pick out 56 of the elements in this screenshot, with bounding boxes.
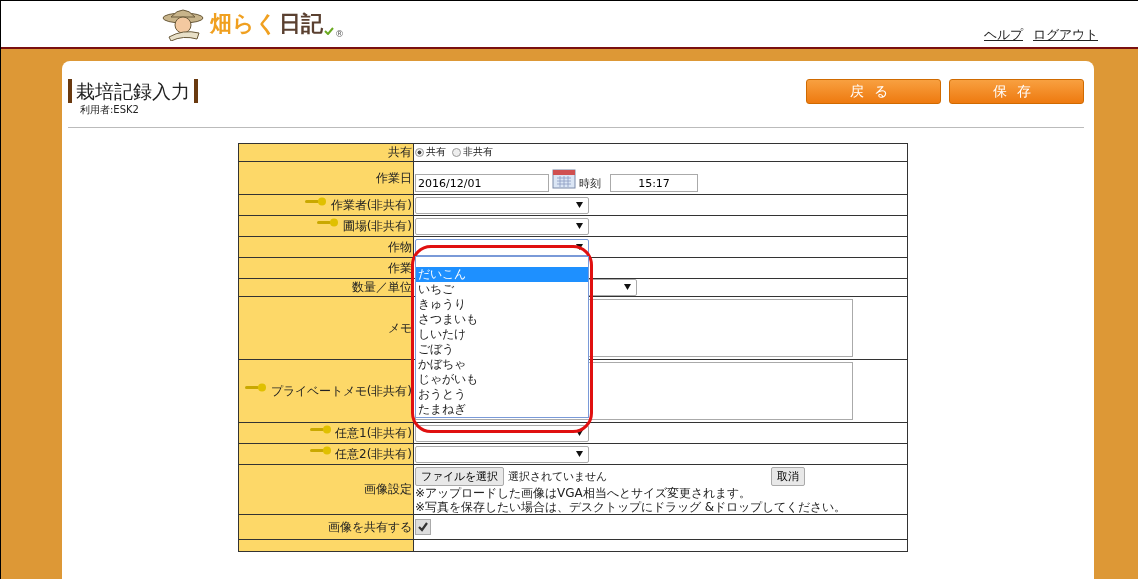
key-icon: [309, 424, 332, 434]
dropdown-arrow-icon: [576, 222, 583, 229]
select-field[interactable]: [415, 196, 589, 214]
dropdown-option[interactable]: たまねぎ: [416, 402, 588, 417]
field-label: プライベートメモ(非共有): [270, 383, 412, 398]
key-icon: [317, 217, 340, 227]
dropdown-arrow-icon: [576, 429, 583, 436]
dropdown-option[interactable]: きゅうり: [416, 297, 588, 312]
dropdown-arrow-icon: [576, 201, 583, 208]
field-label: 数量／単位: [352, 280, 412, 294]
dropdown-option[interactable]: おうとう: [416, 387, 588, 402]
registered-mark: ®: [335, 29, 344, 39]
dropdown-arrow-icon: [624, 284, 631, 290]
file-status: 選択されていません: [508, 469, 607, 484]
dropdown-arrow-icon: [576, 450, 583, 457]
date-field[interactable]: 2016/12/01: [415, 174, 549, 192]
header-link[interactable]: ヘルプ: [984, 26, 1023, 44]
choose-file-button[interactable]: ファイルを選択: [415, 467, 504, 486]
time-field[interactable]: 15:17: [610, 174, 698, 192]
time-label: 時刻: [579, 175, 601, 191]
radio-button[interactable]: [452, 147, 461, 157]
calendar-icon[interactable]: [552, 167, 576, 189]
radio-button[interactable]: [415, 147, 424, 157]
note-text: ※アップロードした画像はVGA相当へとサイズ変更されます。: [415, 486, 752, 500]
dropdown-option[interactable]: さつまいも: [416, 312, 588, 327]
field-label: 共有: [388, 145, 412, 159]
logo-text: 畑らく: [210, 10, 278, 38]
check-icon: [324, 27, 334, 35]
select-field[interactable]: [415, 445, 589, 463]
key-icon: [309, 445, 332, 455]
header-link[interactable]: ログアウト: [1033, 26, 1098, 44]
field-label: 作業: [388, 260, 412, 275]
field-label: 画像を共有する: [328, 519, 412, 534]
dropdown-option[interactable]: じゃがいも: [416, 372, 588, 387]
note-text: ※写真を保存したい場合は、デスクトップにドラッグ &ドロップしてください。: [415, 500, 848, 514]
user-label: 利用者:ESK2: [80, 103, 140, 117]
logo-text: 日記: [279, 10, 323, 38]
key-icon: [245, 382, 268, 392]
checkbox[interactable]: [415, 519, 431, 535]
page-title: 栽培記録入力: [68, 79, 198, 103]
field-label: 作業者(非共有): [330, 197, 412, 212]
field-label: メモ: [388, 320, 412, 335]
field-label: 任意2(非共有): [335, 446, 412, 461]
field-label: 任意1(非共有): [335, 425, 412, 440]
field-label: 圃場(非共有): [342, 218, 412, 233]
field-label: 作物: [388, 239, 412, 254]
dropdown-option[interactable]: しいたけ: [416, 327, 588, 342]
dropdown-option[interactable]: かぼちゃ: [416, 357, 588, 372]
field-label: 画像設定: [364, 482, 412, 496]
select-field[interactable]: [415, 217, 589, 235]
radio-label: 非共有: [463, 145, 493, 160]
cancel-button[interactable]: 取消: [771, 467, 805, 486]
field-label: 作業日: [376, 170, 412, 185]
key-icon: [305, 196, 328, 206]
dropdown-option[interactable]: ごぼう: [416, 342, 588, 357]
radio-label: 共有: [426, 145, 446, 160]
